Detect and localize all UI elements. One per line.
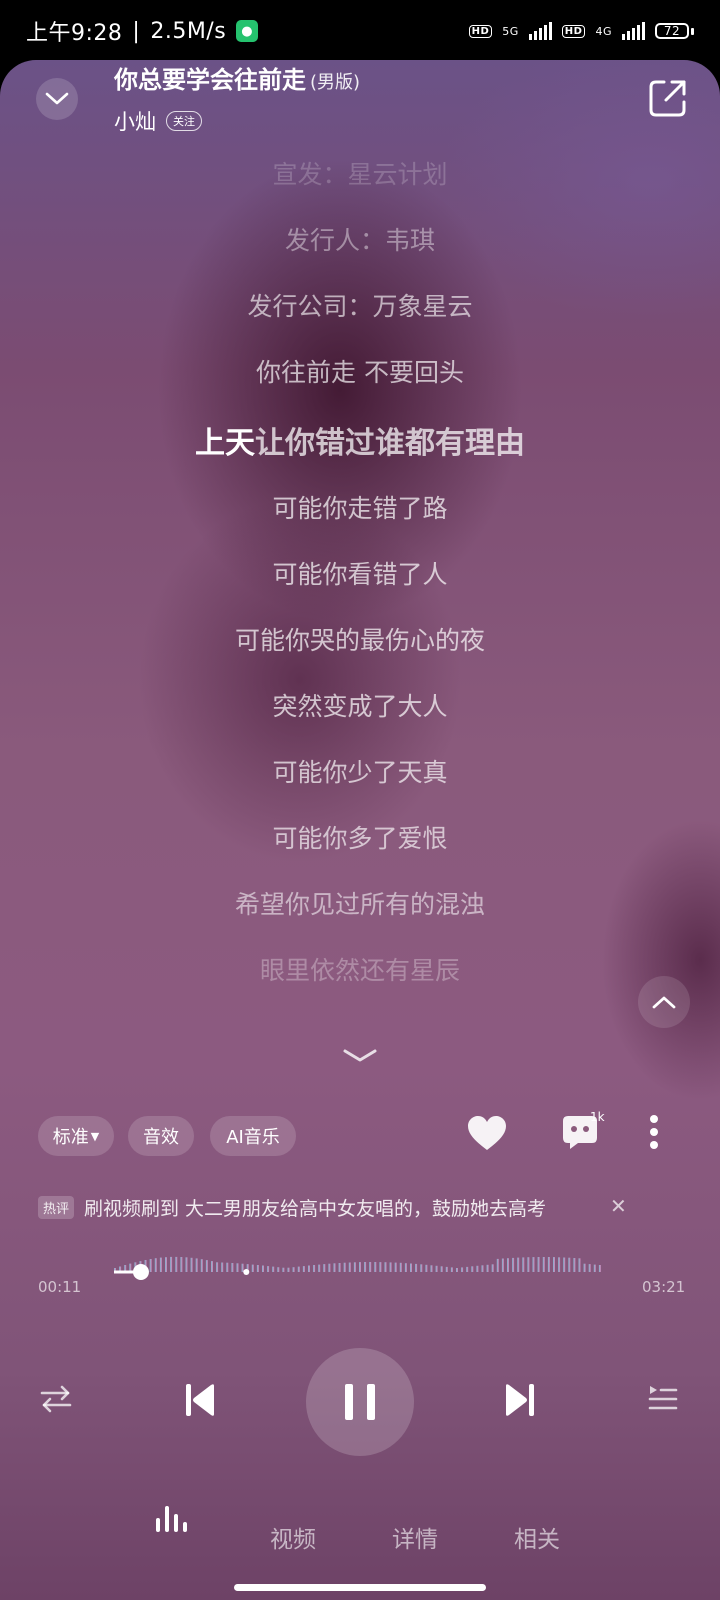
caret-down-icon: ▼ <box>90 1129 100 1143</box>
hd-badge: HD <box>468 24 493 38</box>
signal-icon-2 <box>622 22 645 40</box>
waveform-bar <box>553 1257 555 1272</box>
waveform-bar <box>578 1258 581 1272</box>
sound-effect-button[interactable]: 音效 <box>128 1116 194 1156</box>
waveform-bar <box>527 1257 530 1272</box>
waveform-bar <box>149 1259 152 1272</box>
current-time: 00:11 <box>38 1278 82 1296</box>
waveform-bar <box>205 1260 208 1272</box>
lyric-line[interactable]: 可能你少了天真 <box>0 753 720 789</box>
battery-level: 72 <box>655 23 689 39</box>
signal-icon <box>528 22 552 40</box>
lyric-line[interactable]: 发行公司：万象星云 <box>0 287 720 323</box>
wechat-icon: ● <box>236 20 259 42</box>
song-title: 你总要学会往前走 (男版) <box>114 60 360 95</box>
current-lyric-sung: 上天 <box>195 426 255 461</box>
lyric-line[interactable]: 突然变成了大人 <box>0 687 720 723</box>
current-lyric-line[interactable]: 上天让你错过谁都有理由 <box>0 418 720 462</box>
waveform-bar <box>542 1257 545 1272</box>
follow-button[interactable]: 关注 <box>166 111 202 131</box>
waveform-bar <box>180 1257 183 1272</box>
tab-video[interactable]: 视频 <box>270 1520 316 1554</box>
tab-lyrics-icon[interactable] <box>154 1504 188 1532</box>
song-name: 你总要学会往前走 <box>114 66 306 94</box>
progress-waveform[interactable] <box>108 1250 612 1294</box>
collapse-button[interactable] <box>36 78 78 120</box>
network-4g-label: 4G <box>595 24 612 38</box>
expand-chevron-icon[interactable] <box>342 1048 378 1064</box>
lyric-line[interactable]: 眼里依然还有星辰 <box>0 951 720 987</box>
status-bar: 上午9:28 | 2.5M/s ● HD 5G HD 4G 72 <box>0 0 720 62</box>
repeat-mode-icon[interactable] <box>40 1384 72 1414</box>
lyric-line[interactable]: 发行人：韦琪 <box>0 221 720 257</box>
waveform-bar <box>573 1258 576 1272</box>
waveform-bar <box>507 1258 509 1272</box>
waveform-bar <box>532 1257 535 1272</box>
waveform-bar <box>558 1257 561 1272</box>
player-screen: 你总要学会往前走 (男版) 小灿 关注 宣发：星云计划 发行人：韦琪 发行公司：万… <box>0 60 720 1600</box>
previous-track-icon[interactable] <box>184 1382 216 1418</box>
more-options-icon[interactable] <box>648 1114 660 1150</box>
close-comment-button[interactable]: ✕ <box>610 1194 627 1218</box>
hot-comment-tag: 热评 <box>38 1196 75 1219</box>
current-lyric-rest: 让你错过谁都有理由 <box>255 426 525 461</box>
ai-music-button[interactable]: AI音乐 <box>210 1116 296 1156</box>
climax-marker <box>243 1269 250 1275</box>
play-pause-button[interactable] <box>306 1348 414 1456</box>
waveform-bar <box>517 1257 520 1272</box>
progress-thumb[interactable] <box>132 1264 149 1280</box>
heart-icon[interactable] <box>466 1114 508 1152</box>
waveform-bar <box>547 1257 550 1272</box>
waveform-bar <box>170 1256 173 1272</box>
quality-selector[interactable]: 标准 ▼ <box>38 1116 114 1156</box>
lyric-line[interactable]: 可能你哭的最伤心的夜 <box>0 621 720 657</box>
lyric-line[interactable]: 可能你看错了人 <box>0 555 720 591</box>
lyric-line[interactable]: 你往前走 不要回头 <box>0 353 720 389</box>
artist-row: 小灿 关注 <box>114 106 202 136</box>
waveform-bar <box>175 1256 178 1272</box>
next-track-icon[interactable] <box>504 1382 536 1418</box>
hot-comment[interactable]: 热评 刷视频刷到 大二男朋友给高中女友唱的，鼓励她去高考 <box>38 1194 546 1221</box>
hot-comment-text: 刷视频刷到 大二男朋友给高中女友唱的，鼓励她去高考 <box>84 1198 547 1220</box>
waveform-bar <box>159 1257 162 1272</box>
network-speed: 2.5M/s <box>150 18 227 44</box>
tab-details[interactable]: 详情 <box>392 1520 438 1554</box>
network-5g-label: 5G <box>502 24 519 38</box>
artist-name[interactable]: 小灿 <box>114 106 156 136</box>
waveform-bar <box>190 1257 193 1272</box>
battery-icon: 72 <box>655 23 694 39</box>
waveform-bar <box>512 1257 515 1272</box>
chevron-up-icon <box>652 996 676 1009</box>
hd-badge-2: HD <box>561 24 586 38</box>
total-time: 03:21 <box>642 1278 686 1296</box>
status-time: 上午9:28 <box>26 21 123 46</box>
scroll-up-button[interactable] <box>638 976 690 1028</box>
waveform-bar <box>522 1257 525 1272</box>
waveform-bar <box>563 1257 566 1272</box>
home-indicator[interactable] <box>234 1584 486 1591</box>
waveform-bar <box>200 1259 203 1272</box>
lyric-line[interactable]: 可能你多了爱恨 <box>0 819 720 855</box>
waveform-bar <box>496 1258 499 1272</box>
share-icon[interactable] <box>646 76 690 120</box>
quality-label: 标准 <box>52 1127 89 1148</box>
tab-related[interactable]: 相关 <box>514 1520 560 1554</box>
waveform-bar <box>185 1257 188 1272</box>
waveform-bar <box>154 1258 157 1272</box>
comment-count-badge: 1k <box>590 1110 605 1124</box>
waveform-bar <box>568 1257 571 1272</box>
lyric-line[interactable]: 希望你见过所有的混浊 <box>0 885 720 921</box>
chevron-down-icon <box>45 92 69 105</box>
lyric-line[interactable]: 可能你走错了路 <box>0 489 720 525</box>
waveform-bar <box>501 1258 504 1272</box>
song-version: (男版) <box>310 72 361 93</box>
pause-icon <box>345 1384 375 1420</box>
waveform-bar <box>211 1261 213 1272</box>
playlist-icon[interactable] <box>648 1384 678 1412</box>
lyric-line[interactable]: 宣发：星云计划 <box>0 155 720 191</box>
waveform-bar <box>537 1257 540 1272</box>
waveform-bar <box>165 1257 167 1272</box>
waveform-bar <box>195 1258 198 1272</box>
